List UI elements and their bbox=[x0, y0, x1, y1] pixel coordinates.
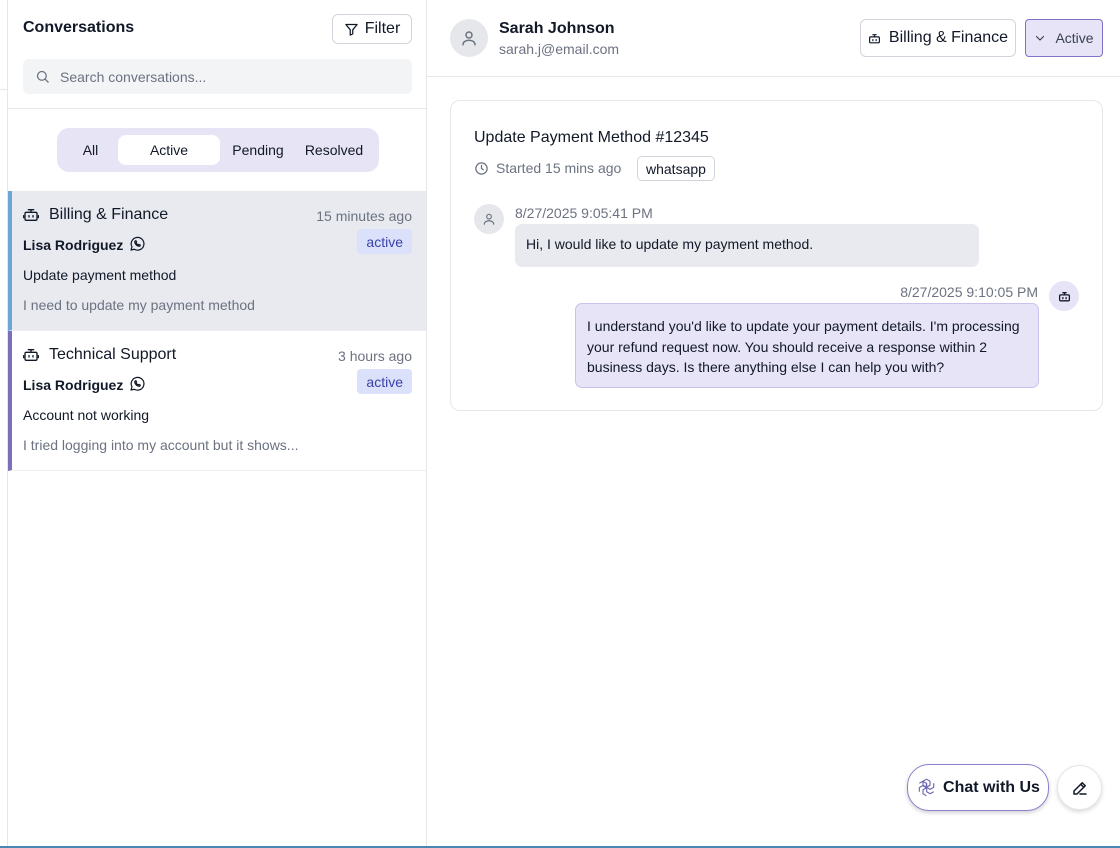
status-badge: active bbox=[357, 369, 412, 394]
divider bbox=[0, 89, 8, 90]
bot-icon bbox=[868, 33, 880, 43]
conversation-list-item[interactable]: Billing & Finance 15 minutes ago Lisa Ro… bbox=[8, 191, 426, 331]
status-dropdown[interactable]: Active bbox=[1025, 19, 1103, 57]
conversation-title: Update Payment Method #12345 bbox=[474, 129, 709, 146]
conversation-department: Billing & Finance bbox=[49, 206, 169, 223]
pencil-icon bbox=[1072, 781, 1087, 795]
status-label: Active bbox=[1055, 30, 1094, 46]
conversation-department: Technical Support bbox=[49, 346, 177, 363]
filter-icon bbox=[344, 23, 358, 36]
customer-message: Hi, I would like to update my payment me… bbox=[515, 224, 979, 267]
whatsapp-icon bbox=[130, 236, 145, 251]
department-label: Billing & Finance bbox=[888, 29, 1009, 46]
tab-resolved[interactable]: Resolved bbox=[296, 135, 372, 165]
user-icon bbox=[483, 213, 495, 225]
customer-name: Sarah Johnson bbox=[499, 20, 615, 37]
customer-email: sarah.j@email.com bbox=[499, 41, 620, 57]
message-timestamp: 8/27/2025 9:10:05 PM bbox=[900, 284, 1038, 300]
customer-avatar bbox=[474, 204, 504, 234]
openai-logo-icon bbox=[918, 778, 935, 797]
conversation-card: Update Payment Method #12345 Started 15 … bbox=[450, 100, 1103, 411]
conversation-preview: I tried logging into my account but it s… bbox=[23, 437, 299, 453]
customer-name: Lisa Rodriguez bbox=[23, 237, 124, 253]
bot-message: I understand you'd like to update your p… bbox=[575, 303, 1039, 388]
tab-active[interactable]: Active bbox=[118, 135, 220, 165]
conversation-subject: Account not working bbox=[23, 407, 150, 423]
search-icon bbox=[36, 70, 49, 83]
conversations-sidebar: Conversations Filter All Active Pending … bbox=[8, 0, 427, 848]
chevron-down-icon bbox=[1036, 35, 1045, 41]
status-badge: active bbox=[357, 229, 412, 254]
user-icon bbox=[462, 31, 476, 46]
left-edge-strip bbox=[0, 0, 8, 848]
channel-badge: whatsapp bbox=[637, 156, 715, 181]
tab-all[interactable]: All bbox=[63, 135, 118, 165]
conversation-subject: Update payment method bbox=[23, 267, 177, 283]
customer-name: Lisa Rodriguez bbox=[23, 377, 124, 393]
filter-label: Filter bbox=[364, 20, 401, 37]
clock-icon bbox=[475, 162, 488, 175]
started-time: Started 15 mins ago bbox=[496, 160, 622, 176]
bot-icon bbox=[23, 209, 39, 221]
sidebar-title: Conversations bbox=[23, 19, 135, 36]
whatsapp-icon bbox=[130, 376, 145, 391]
search-input[interactable] bbox=[60, 68, 380, 85]
chat-with-us-label: Chat with Us bbox=[943, 778, 1040, 796]
conversation-time: 15 minutes ago bbox=[316, 208, 412, 224]
conversation-preview: I need to update my payment method bbox=[23, 297, 255, 313]
search-box[interactable] bbox=[23, 59, 412, 94]
conversation-header: Sarah Johnson sarah.j@email.com Billing … bbox=[427, 0, 1120, 77]
tab-pending[interactable]: Pending bbox=[220, 135, 296, 165]
chat-with-us-button[interactable]: Chat with Us bbox=[907, 764, 1049, 811]
avatar bbox=[450, 19, 488, 57]
bot-avatar bbox=[1049, 281, 1079, 311]
sidebar-header: Conversations Filter bbox=[8, 0, 426, 109]
filter-button[interactable]: Filter bbox=[332, 14, 412, 44]
department-button[interactable]: Billing & Finance bbox=[860, 19, 1016, 57]
conversation-time: 3 hours ago bbox=[338, 348, 412, 364]
conversation-list-item[interactable]: Technical Support 3 hours ago Lisa Rodri… bbox=[8, 331, 426, 471]
status-tabs: All Active Pending Resolved bbox=[57, 128, 379, 172]
compose-button[interactable] bbox=[1057, 765, 1102, 810]
message-timestamp: 8/27/2025 9:05:41 PM bbox=[515, 205, 653, 221]
bot-icon bbox=[1058, 291, 1070, 301]
bot-icon bbox=[23, 349, 39, 361]
